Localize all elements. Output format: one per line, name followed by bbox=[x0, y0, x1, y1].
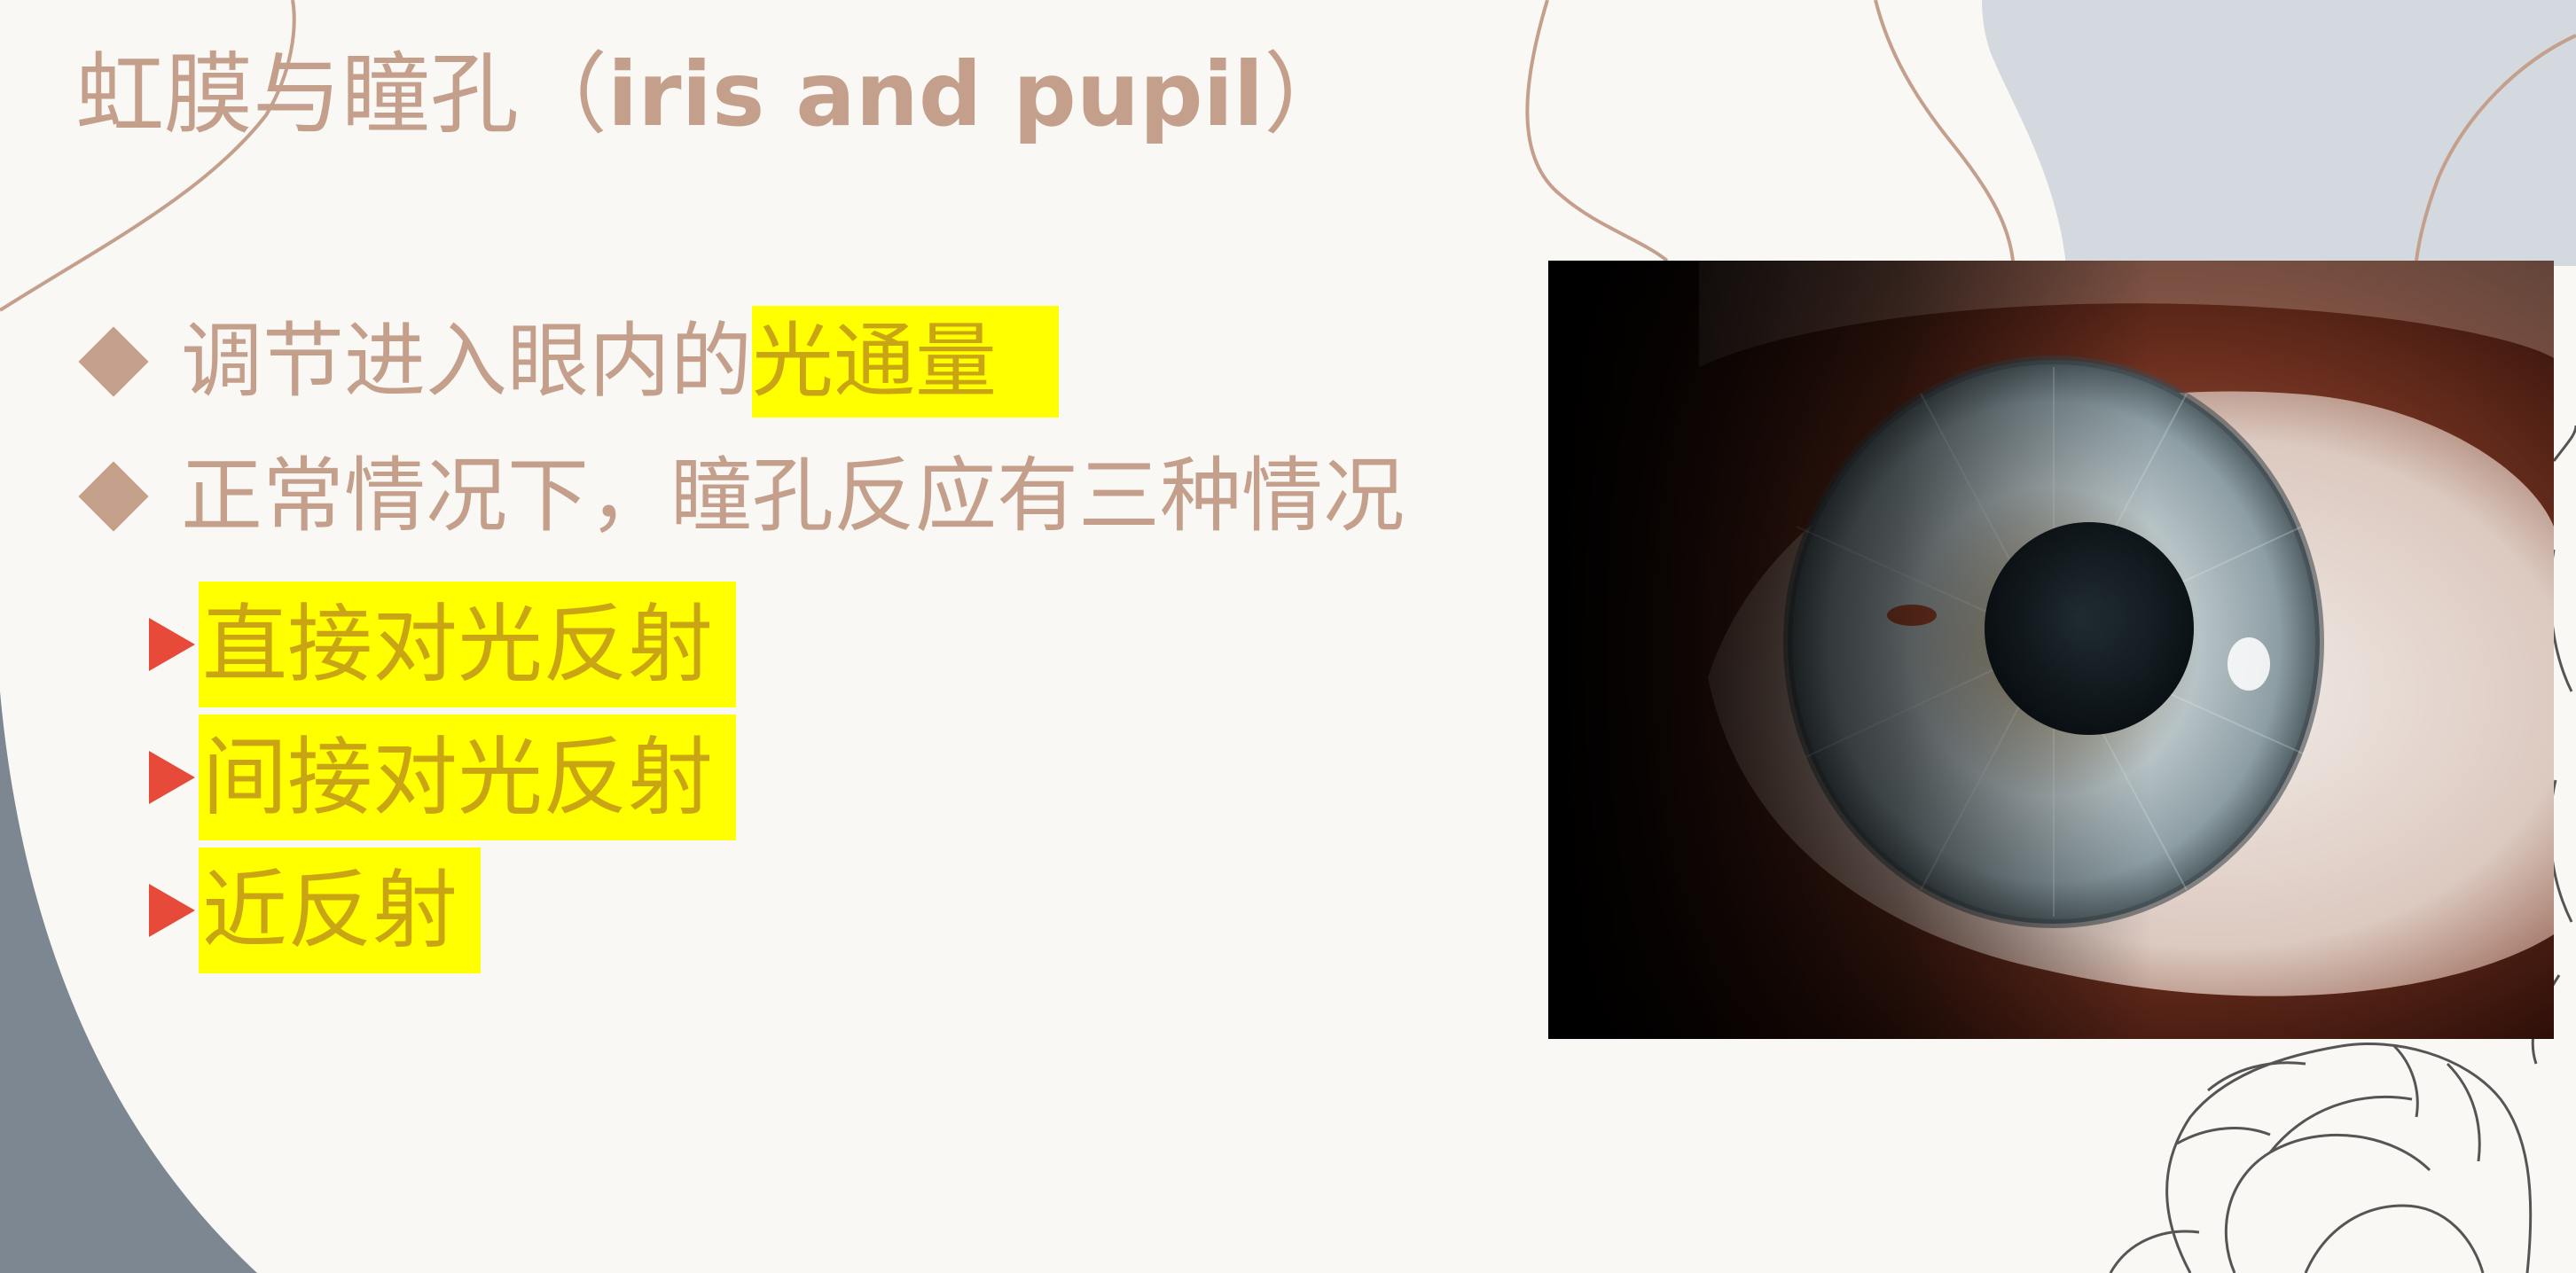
sub-bullet-near-reflex: 近反射 bbox=[149, 847, 481, 973]
slide-title: 虹膜与瞳孔（iris and pupil） bbox=[75, 37, 1352, 152]
triangle-bullet-icon bbox=[149, 751, 195, 804]
eye-illustration bbox=[1548, 261, 2554, 1039]
slide-title-english: iris and pupil bbox=[607, 43, 1265, 146]
bullet-text: 正常情况下，瞳孔反应有三种情况 bbox=[181, 449, 1405, 543]
diamond-bullet-icon bbox=[78, 461, 149, 532]
bullet-text-plain: 调节进入眼内的 bbox=[181, 314, 753, 409]
sub-bullet-text: 间接对光反射 bbox=[199, 715, 736, 840]
bullet-pupil-reactions: 正常情况下，瞳孔反应有三种情况 bbox=[78, 443, 1405, 550]
diamond-bullet-icon bbox=[78, 326, 149, 397]
sub-bullet-text: 近反射 bbox=[199, 847, 481, 973]
eye-photo bbox=[1548, 261, 2554, 1039]
bullet-text: 调节进入眼内的光通量 bbox=[181, 306, 1060, 418]
triangle-bullet-icon bbox=[149, 884, 195, 937]
triangle-bullet-icon bbox=[149, 618, 195, 671]
bullet-light-flux: 调节进入眼内的光通量 bbox=[78, 306, 1060, 418]
sub-bullet-indirect-light-reflex: 间接对光反射 bbox=[149, 715, 736, 840]
sub-bullet-direct-light-reflex: 直接对光反射 bbox=[149, 582, 736, 707]
sub-bullet-text: 直接对光反射 bbox=[199, 582, 736, 707]
slide-title-closing-paren: ） bbox=[1264, 43, 1353, 146]
slide-title-chinese: 虹膜与瞳孔（ bbox=[75, 43, 607, 146]
highlighted-term: 光通量 bbox=[752, 306, 1060, 418]
